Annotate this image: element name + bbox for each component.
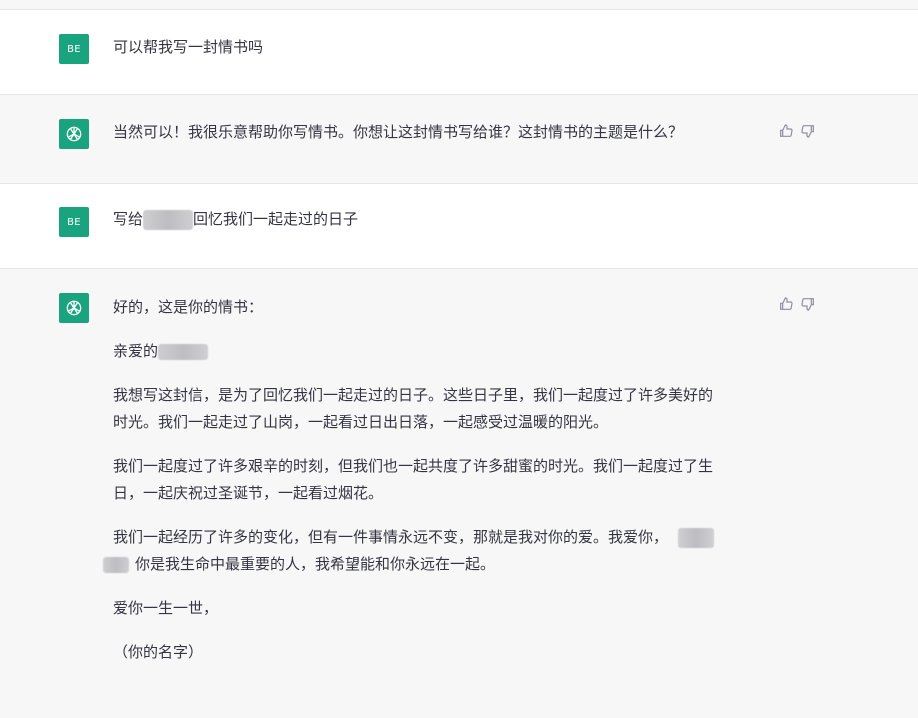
assistant-message-1: 当然可以！我很乐意帮助你写情书。你想让这封情书写给谁？这封情书的主题是什么？ xyxy=(0,95,918,184)
message-text-prefix: 写给 xyxy=(113,210,144,228)
letter-paragraph-3: 我们一起经历了许多的变化，但有一件事情永远不变，那就是我对你的爱。我爱你， 你是我… xyxy=(103,524,763,578)
feedback-buttons xyxy=(778,296,816,312)
user-message-text: 写给 回忆我们一起走过的日子 xyxy=(113,206,763,233)
chatgpt-logo-icon xyxy=(59,119,89,149)
letter-closing: 爱你一生一世， xyxy=(113,599,219,617)
redacted-name xyxy=(678,527,715,548)
message-text-suffix: 回忆我们一起走过的日子 xyxy=(193,210,359,228)
chatgpt-logo-icon xyxy=(59,293,89,323)
user-avatar: BE xyxy=(59,207,89,237)
redacted-name xyxy=(103,556,129,573)
message-text: 当然可以！我很乐意帮助你写情书。你想让这封情书写给谁？这封情书的主题是什么？ xyxy=(113,123,684,141)
letter-intro: 好的，这是你的情书： xyxy=(113,298,264,316)
user-avatar-label: BE xyxy=(67,216,81,228)
assistant-message-text: 当然可以！我很乐意帮助你写情书。你想让这封情书写给谁？这封情书的主题是什么？ xyxy=(113,119,763,146)
message-text: 可以帮我写一封情书吗 xyxy=(113,38,264,56)
redacted-name xyxy=(143,209,194,230)
letter-paragraph-2: 我们一起度过了许多艰辛的时刻，但我们也一起共度了许多甜蜜的时光。我们一起度过了生… xyxy=(113,457,714,502)
assistant-message-2: 好的，这是你的情书： 亲爱的 我想写这封信，是为了回忆我们一起走过的日子。这些日… xyxy=(0,269,918,718)
redacted-name xyxy=(158,343,209,360)
letter-paragraph-1: 我想写这封信，是为了回忆我们一起走过的日子。这些日子里，我们一起度过了许多美好的… xyxy=(113,386,714,431)
user-message-2: BE 写给 回忆我们一起走过的日子 xyxy=(0,184,918,269)
thumbs-down-icon[interactable] xyxy=(800,123,816,139)
thumbs-up-icon[interactable] xyxy=(778,123,794,139)
user-avatar-label: BE xyxy=(67,43,81,55)
user-avatar: BE xyxy=(59,34,89,64)
user-message-1: BE 可以帮我写一封情书吗 xyxy=(0,10,918,95)
letter-greeting: 亲爱的 xyxy=(113,338,763,365)
top-bar xyxy=(0,0,918,10)
assistant-message-text: 好的，这是你的情书： 亲爱的 我想写这封信，是为了回忆我们一起走过的日子。这些日… xyxy=(103,294,763,683)
letter-signature: （你的名字） xyxy=(113,643,204,661)
thumbs-down-icon[interactable] xyxy=(800,296,816,312)
feedback-buttons xyxy=(778,123,816,139)
thumbs-up-icon[interactable] xyxy=(778,296,794,312)
user-message-text: 可以帮我写一封情书吗 xyxy=(113,34,763,61)
